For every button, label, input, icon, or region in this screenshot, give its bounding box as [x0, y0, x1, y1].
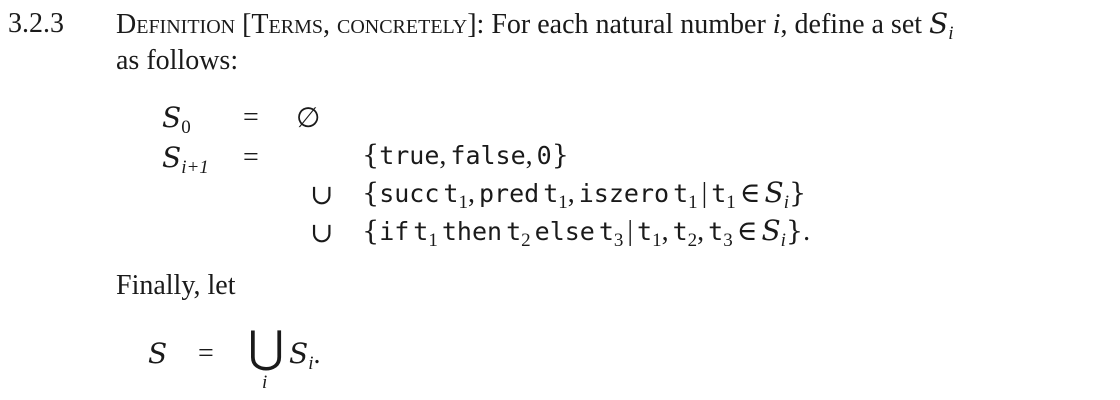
term-pred: pred [478, 179, 540, 208]
eq-s0-sub: 0 [181, 117, 191, 138]
term-t: t [506, 217, 522, 246]
eq-line1: {true, false, 0} [362, 140, 569, 171]
sub-3: 3 [613, 230, 624, 251]
element-of-symbol: ∈ [736, 216, 758, 247]
term-succ: succ [379, 179, 440, 208]
set-name: S [929, 7, 949, 40]
eq-line2: {succ t1, pred t1, iszero t1 | t1 ∈ Si} [362, 176, 806, 214]
sub-1: 1 [726, 192, 736, 213]
comma: , [661, 216, 669, 247]
definition-title: [Terms, concretely]: [242, 9, 485, 40]
brace-close: } [785, 216, 804, 247]
union-symbol: ∪ [310, 218, 334, 249]
term-zero: 0 [536, 141, 552, 170]
sub-1: 1 [688, 192, 698, 213]
term-t: t [543, 179, 559, 208]
sub-2: 2 [687, 230, 698, 251]
term-t: t [598, 217, 614, 246]
term-t: t [708, 217, 724, 246]
eq-line3: {if t1 then t2 else t3 | t1, t2, t3 ∈ Si… [362, 214, 810, 252]
element-of-symbol: ∈ [739, 178, 761, 209]
big-union-symbol: ⋃ [248, 322, 285, 373]
empty-set-symbol: ∅ [296, 103, 321, 134]
final-eq-equals: = [198, 338, 214, 369]
brace-close: } [789, 178, 807, 209]
term-t: t [672, 217, 688, 246]
sub-1: 1 [558, 192, 568, 213]
term-then: then [441, 217, 503, 246]
definition-define-text: , define a set [780, 9, 923, 40]
term-if: if [379, 217, 410, 246]
term-t: t [413, 217, 429, 246]
sub-1: 1 [458, 192, 468, 213]
comma: , [567, 178, 575, 209]
brace-open: { [362, 178, 380, 209]
term-iszero: iszero [578, 179, 670, 208]
comma: , [697, 216, 705, 247]
definition-heading: Definition [Terms, concretely]: For each… [116, 7, 954, 44]
term-t: t [637, 217, 653, 246]
set-S: S [289, 337, 309, 370]
final-eq-lhs: S [148, 337, 168, 370]
term-false: false [450, 141, 526, 170]
term-else: else [534, 217, 595, 246]
definition-continuation: as follows: [116, 45, 239, 76]
comma: , [467, 178, 475, 209]
comma: , [439, 140, 447, 171]
comma: , [525, 140, 533, 171]
union-symbol: ∪ [310, 180, 334, 211]
definition-intro: For each natural number [491, 9, 766, 40]
var-i: i [772, 9, 781, 40]
sub-3: 3 [723, 230, 733, 251]
set-subscript: i [948, 23, 954, 44]
eq-s0-name: S [162, 101, 182, 134]
sub-2: 2 [521, 230, 531, 251]
brace-close: } [551, 140, 569, 171]
period: . [313, 339, 321, 370]
term-t: t [673, 179, 689, 208]
sub-1: 1 [652, 230, 662, 251]
eq-si1-sub: i+1 [181, 157, 209, 178]
set-S: S [761, 214, 781, 247]
definition-label: Definition [116, 9, 236, 40]
final-eq-rhs: Si. [289, 337, 320, 375]
section-number: 3.2.3 [8, 8, 64, 39]
eq-si1-equals: = [243, 142, 259, 173]
finally-text: Finally, let [116, 270, 236, 301]
sub-1: 1 [428, 230, 438, 251]
eq-si1-lhs: Si+1 [162, 141, 209, 179]
such-that-bar: | [627, 216, 634, 247]
such-that-bar: | [701, 178, 708, 209]
big-union-index: i [262, 372, 268, 393]
term-true: true [379, 141, 440, 170]
eq-s0-lhs: S0 [162, 101, 191, 139]
term-t: t [711, 179, 727, 208]
brace-open: { [362, 216, 380, 247]
set-S: S [764, 176, 784, 209]
eq-s0-equals: = [243, 102, 259, 133]
period: . [803, 216, 811, 247]
term-t: t [443, 179, 459, 208]
eq-si1-name: S [162, 141, 182, 174]
brace-open: { [362, 140, 380, 171]
